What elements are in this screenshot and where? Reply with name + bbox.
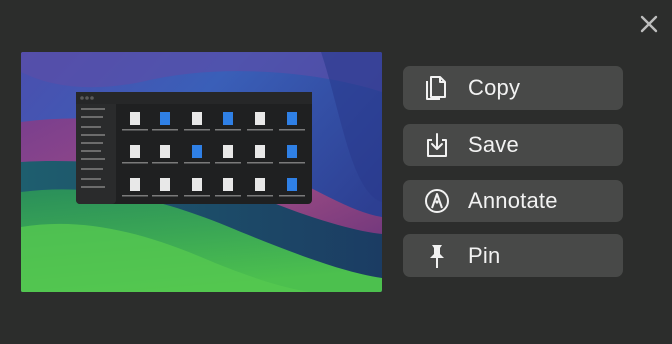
save-download-icon bbox=[422, 130, 452, 160]
finder-window-preview bbox=[76, 92, 312, 204]
pen-tip-icon bbox=[422, 186, 452, 216]
annotate-button[interactable]: Annotate bbox=[403, 180, 623, 222]
save-button[interactable]: Save bbox=[403, 124, 623, 166]
screenshot-popup: Copy Save Annotate Pin bbox=[0, 0, 672, 344]
pin-label: Pin bbox=[468, 242, 501, 268]
copy-button[interactable]: Copy bbox=[403, 66, 623, 110]
save-label: Save bbox=[468, 132, 519, 157]
screenshot-thumbnail[interactable] bbox=[21, 52, 382, 292]
annotate-label: Annotate bbox=[468, 188, 558, 213]
copy-label: Copy bbox=[468, 75, 521, 100]
pin-button[interactable]: Pin bbox=[403, 234, 623, 277]
pin-icon bbox=[422, 241, 452, 271]
copy-icon bbox=[422, 73, 452, 103]
close-icon bbox=[640, 15, 658, 33]
close-button[interactable] bbox=[637, 12, 661, 36]
